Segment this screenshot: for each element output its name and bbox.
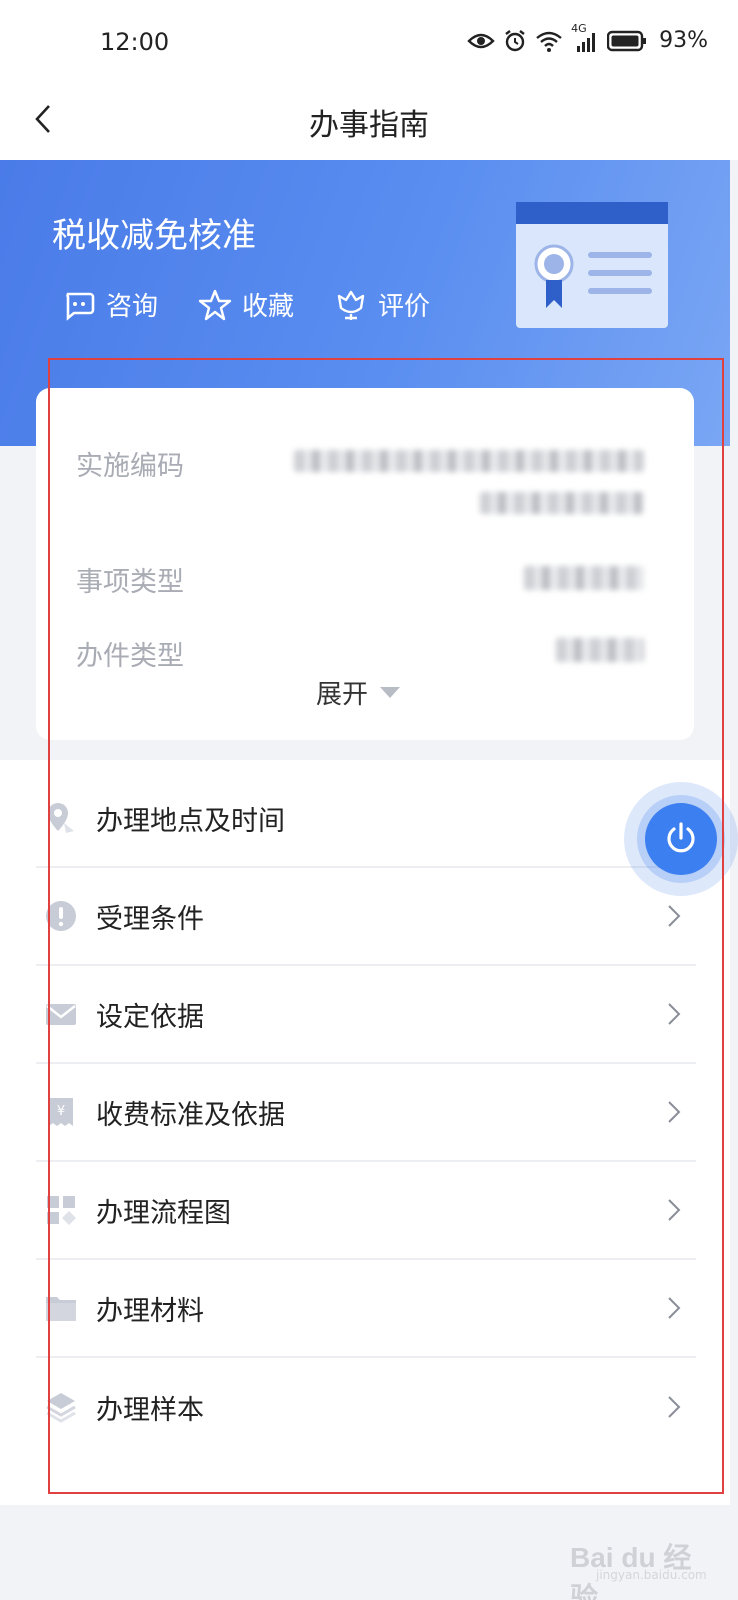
list-item-label: 办理流程图 — [96, 1197, 231, 1229]
list-item-label: 办理样本 — [96, 1394, 204, 1426]
rate-button[interactable]: 评价 — [334, 286, 430, 323]
list-item-conditions[interactable]: 受理条件 — [36, 868, 696, 966]
eye-icon — [467, 31, 495, 51]
favorite-button[interactable]: 收藏 — [198, 286, 294, 323]
baidu-watermark: Bai du 经验 jingyan.baidu.com — [552, 1518, 712, 1600]
guide-list: 办理地点及时间 受理条件 设定依据 ¥ 收费标准及依据 办理流程图 办理材料 办… — [0, 760, 730, 1505]
folder-icon — [42, 1289, 80, 1327]
list-item-label: 收费标准及依据 — [96, 1099, 285, 1131]
list-item-location-time[interactable]: 办理地点及时间 — [36, 770, 696, 868]
consult-label: 咨询 — [106, 292, 159, 322]
power-icon — [667, 822, 695, 853]
chevron-right-icon — [668, 1396, 681, 1418]
receipt-icon: ¥ — [42, 1093, 80, 1131]
wifi-icon — [535, 30, 563, 52]
chevron-right-icon — [668, 1297, 681, 1319]
list-item-label: 设定依据 — [96, 1001, 204, 1033]
info-card: 实施编码 事项类型 办件类型 展开 — [36, 388, 694, 740]
page-title: 办事指南 — [309, 108, 429, 143]
hero-actions: 咨询 收藏 评价 — [62, 286, 430, 323]
floating-power-button[interactable] — [624, 782, 738, 896]
flow-icon — [42, 1191, 80, 1229]
layers-icon — [42, 1388, 80, 1426]
power-button-inner — [645, 803, 717, 875]
info-value-case-type — [556, 638, 644, 662]
list-item-materials[interactable]: 办理材料 — [36, 1260, 696, 1358]
signal-icon: 4G — [571, 22, 599, 52]
consult-button[interactable]: 咨询 — [62, 286, 158, 323]
svg-text:¥: ¥ — [57, 1104, 65, 1119]
nav-bar: 办事指南 — [0, 80, 738, 160]
chevron-right-icon — [668, 1003, 681, 1025]
expand-button[interactable]: 展开 — [316, 674, 401, 711]
rate-label: 评价 — [378, 292, 431, 322]
info-value-code-line1 — [294, 450, 644, 472]
star-icon — [198, 288, 232, 322]
certificate-illustration — [516, 202, 670, 330]
status-time: 12:00 — [100, 28, 170, 56]
caret-down-icon — [380, 687, 401, 698]
chevron-right-icon — [668, 905, 681, 927]
expand-label: 展开 — [316, 680, 369, 710]
info-label-item-type: 事项类型 — [76, 567, 184, 598]
alarm-icon — [503, 29, 527, 53]
watermark-sub: jingyan.baidu.com — [596, 1568, 707, 1582]
alert-icon — [42, 897, 80, 935]
service-title: 税收减免核准 — [52, 216, 256, 256]
chevron-right-icon — [668, 1101, 681, 1123]
status-bar: 12:00 4G 93% — [0, 0, 738, 92]
location-icon — [42, 799, 80, 837]
battery-icon — [607, 30, 647, 52]
list-item-samples[interactable]: 办理样本 — [36, 1358, 696, 1456]
info-value-code-line2 — [480, 492, 644, 514]
flower-icon — [334, 288, 368, 322]
chat-icon — [62, 288, 96, 322]
list-item-flowchart[interactable]: 办理流程图 — [36, 1162, 696, 1260]
list-item-label: 受理条件 — [96, 903, 204, 935]
status-icons: 4G 93% — [467, 22, 708, 53]
network-type: 4G — [571, 21, 587, 35]
list-item-basis[interactable]: 设定依据 — [36, 966, 696, 1064]
list-item-label: 办理地点及时间 — [96, 805, 285, 837]
chevron-right-icon — [668, 1199, 681, 1221]
envelope-icon — [42, 995, 80, 1033]
info-label-case-type: 办件类型 — [76, 641, 184, 672]
battery-percent: 93% — [659, 28, 708, 53]
favorite-label: 收藏 — [242, 292, 295, 322]
list-item-label: 办理材料 — [96, 1295, 204, 1327]
list-item-fees[interactable]: ¥ 收费标准及依据 — [36, 1064, 696, 1162]
info-value-item-type — [524, 566, 644, 590]
info-label-code: 实施编码 — [76, 451, 184, 482]
